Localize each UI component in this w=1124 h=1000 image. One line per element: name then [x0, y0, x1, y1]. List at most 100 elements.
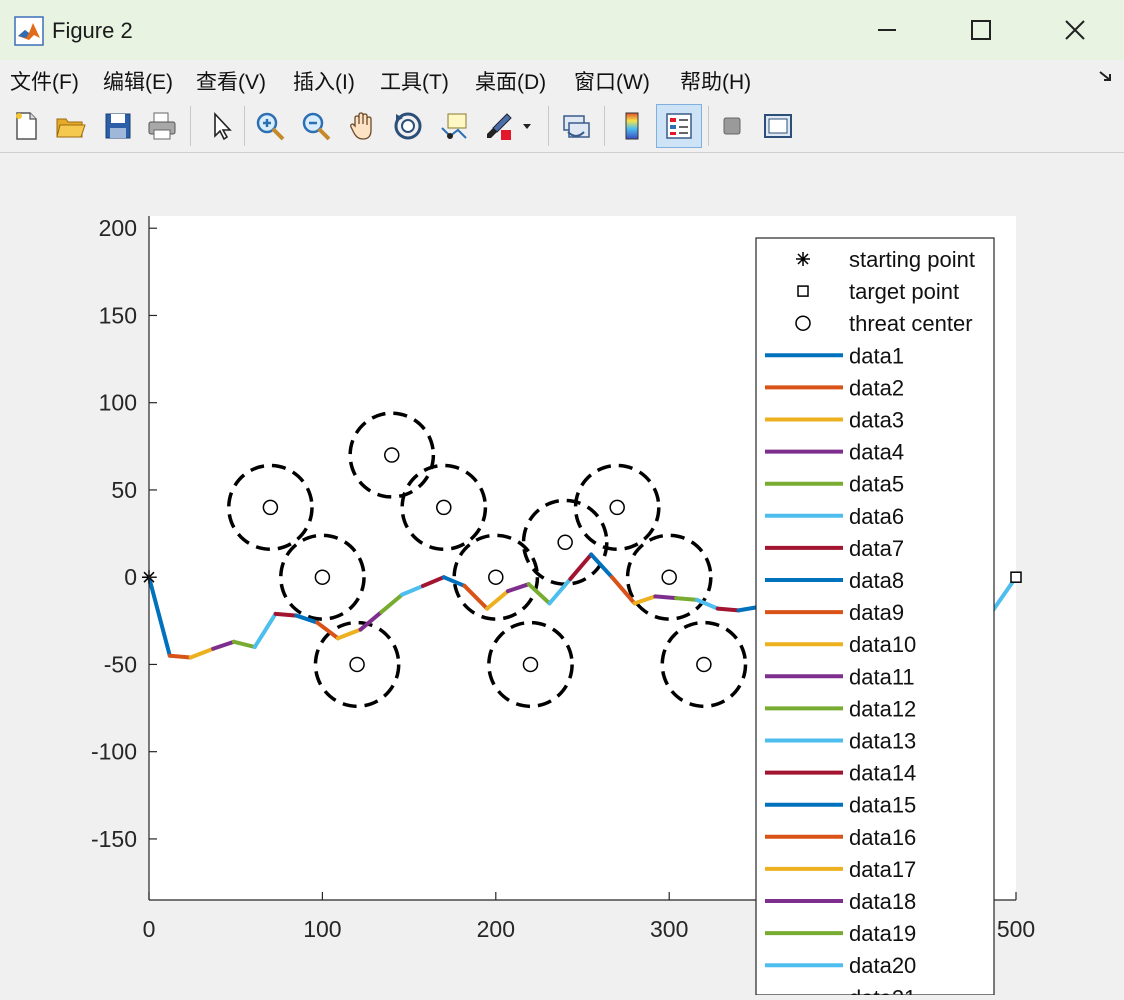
window-title: Figure 2	[52, 18, 133, 43]
legend-icon	[666, 113, 692, 139]
threat-center-marker	[488, 569, 504, 585]
maximize-icon	[971, 20, 991, 40]
menu-insert[interactable]: 插入(I)	[293, 66, 355, 96]
legend-entry-label: data7	[849, 536, 904, 561]
rotate-3d-icon	[394, 112, 422, 140]
legend-entry-label: data4	[849, 440, 904, 465]
link-plot-button[interactable]	[556, 106, 596, 146]
brush-button[interactable]	[480, 106, 536, 146]
y-tick-label: 50	[111, 477, 137, 503]
colorbar-button[interactable]	[612, 106, 652, 146]
maximize-button[interactable]	[952, 6, 1010, 54]
legend-entry-label: data17	[849, 857, 916, 882]
toolbar-separator	[548, 106, 549, 146]
close-icon	[1065, 20, 1085, 40]
legend-entry-label: data1	[849, 343, 904, 368]
toolbar-separator	[190, 106, 191, 146]
figure-canvas: -150-100-500501001502000100200300400500 …	[0, 152, 1124, 1000]
path-segment	[653, 594, 679, 601]
brush-icon	[487, 113, 531, 140]
pan-button[interactable]	[342, 106, 382, 146]
legend-button[interactable]	[656, 104, 702, 148]
legend-entry-label: data19	[849, 921, 916, 946]
close-button[interactable]	[1046, 6, 1104, 54]
x-tick-label: 200	[477, 916, 515, 942]
matlab-logo-icon	[14, 16, 44, 46]
show-plot-tools-button[interactable]	[758, 106, 798, 146]
menu-help[interactable]: 帮助(H)	[680, 66, 751, 96]
path-segment	[715, 606, 741, 613]
x-tick-label: 0	[143, 916, 156, 942]
figure-toolbar	[0, 100, 1124, 153]
menu-window[interactable]: 窗口(W)	[574, 66, 650, 96]
path-segment	[674, 596, 699, 602]
dock-figure-icon[interactable]	[1096, 66, 1116, 86]
legend-entry-label: data20	[849, 953, 916, 978]
x-tick-label: 100	[303, 916, 341, 942]
toolbar-separator	[604, 106, 605, 146]
save-button[interactable]	[98, 106, 138, 146]
edit-plot-button[interactable]	[200, 106, 240, 146]
legend-entry-label: data13	[849, 729, 916, 754]
rotate-3d-button[interactable]	[388, 106, 428, 146]
legend-entry-label: data18	[849, 889, 916, 914]
legend-entry-label: data2	[849, 375, 904, 400]
zoom-in-button[interactable]	[250, 106, 290, 146]
legend-entry-label: data14	[849, 761, 916, 786]
menu-bar: 文件(F) 编辑(E) 查看(V) 插入(I) 工具(T) 桌面(D) 窗口(W…	[0, 60, 1124, 100]
minimize-icon	[878, 29, 896, 31]
legend-entry-label: data5	[849, 472, 904, 497]
data-cursor-button[interactable]	[434, 106, 474, 146]
legend[interactable]: starting point target point threat center d…	[755, 237, 995, 1000]
x-tick-label: 500	[997, 916, 1035, 942]
zoom-out-button[interactable]	[296, 106, 336, 146]
legend-entry-label: data16	[849, 825, 916, 850]
y-tick-label: 100	[99, 390, 137, 416]
threat-center-marker	[522, 656, 539, 673]
toolbar-separator	[708, 106, 709, 146]
legend-entry-label: data12	[849, 696, 916, 721]
minimize-button[interactable]	[858, 6, 916, 54]
legend-entry-label: data8	[849, 568, 904, 593]
legend-entry-label: data21	[849, 985, 916, 995]
threat-center-marker	[384, 447, 400, 463]
threat-center-marker	[661, 569, 677, 585]
legend-entry-label: starting point	[849, 247, 975, 272]
threat-center-marker	[609, 499, 625, 516]
threat-center-marker	[349, 656, 365, 673]
colorbar-icon	[625, 112, 639, 140]
path-segment	[273, 611, 299, 618]
legend-entry-label: target point	[849, 279, 959, 304]
target-point-marker	[1010, 571, 1022, 583]
threat-center-marker	[436, 499, 452, 516]
threat-center-marker	[262, 499, 279, 516]
menu-edit[interactable]: 编辑(E)	[103, 66, 173, 96]
menu-view[interactable]: 查看(V)	[196, 66, 266, 96]
save-icon	[105, 113, 131, 139]
print-icon	[148, 112, 176, 140]
y-tick-label: 150	[99, 302, 137, 328]
print-button[interactable]	[142, 106, 182, 146]
hide-plot-tools-icon	[723, 117, 741, 135]
legend-circle-marker	[795, 315, 811, 331]
y-tick-label: 0	[124, 564, 137, 590]
title-bar: Figure 2	[0, 0, 1124, 60]
toolbar-separator	[244, 106, 245, 146]
y-tick-label: -50	[104, 651, 137, 677]
threat-center-marker	[557, 534, 573, 551]
legend-entry-label: data10	[849, 632, 916, 657]
legend-square-marker	[797, 285, 809, 297]
menu-desktop[interactable]: 桌面(D)	[475, 66, 546, 96]
menu-tools[interactable]: 工具(T)	[380, 66, 449, 96]
open-file-button[interactable]	[50, 106, 90, 146]
show-plot-tools-icon	[764, 114, 792, 138]
y-tick-label: -150	[91, 826, 137, 852]
legend-entry-label: data6	[849, 504, 904, 529]
legend-entry-label: threat center	[849, 311, 973, 336]
hide-plot-tools-button[interactable]	[712, 106, 752, 146]
legend-entry-label: data15	[849, 793, 916, 818]
new-figure-button[interactable]	[6, 106, 46, 146]
chart[interactable]: -150-100-500501001502000100200300400500 …	[0, 152, 1124, 1000]
menu-file[interactable]: 文件(F)	[10, 66, 79, 96]
threat-center-marker	[696, 656, 712, 673]
